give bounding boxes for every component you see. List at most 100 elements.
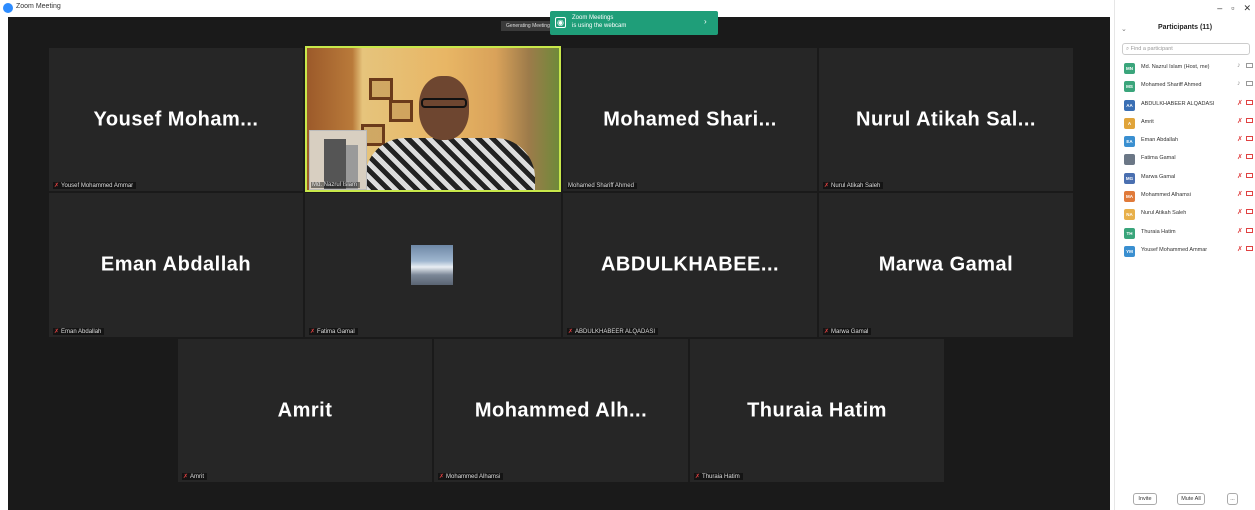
tile-display-name: Marwa Gamal bbox=[878, 253, 1014, 276]
avatar: YM bbox=[1124, 245, 1135, 257]
close-icon[interactable]: ✕ bbox=[1243, 3, 1251, 13]
camera-icon[interactable] bbox=[1246, 191, 1253, 197]
minimize-icon[interactable]: – bbox=[1217, 3, 1222, 13]
video-tile-marwa[interactable]: Marwa Gamal ✗ Marwa Gamal bbox=[819, 193, 1073, 337]
mute-all-button[interactable]: Mute All bbox=[1177, 493, 1205, 505]
avatar: MA bbox=[1124, 191, 1135, 203]
participant-name: Mohammed Alhamsi bbox=[1141, 192, 1191, 199]
webcam-video bbox=[307, 48, 559, 190]
tile-display-name: Mohamed Shari... bbox=[603, 108, 777, 130]
mic-icon[interactable]: ♪ bbox=[1237, 62, 1241, 69]
tile-name-label: ✗ ABDULKHABEER ALQADASI bbox=[567, 328, 659, 335]
participant-name: Mohamed Shariff Ahmed bbox=[1141, 82, 1202, 89]
mic-muted-icon[interactable]: ✗ bbox=[1237, 99, 1243, 107]
video-tile-yousef[interactable]: Yousef Moham... ✗ Yousef Mohammed Ammar bbox=[49, 48, 303, 191]
mic-muted-icon[interactable]: ✗ bbox=[1237, 190, 1243, 198]
zoom-logo-icon bbox=[3, 3, 13, 13]
camera-icon[interactable] bbox=[1246, 99, 1253, 105]
video-tile-fatima[interactable]: ✗ Fatima Gamal bbox=[305, 193, 561, 337]
participant-row[interactable]: MG Marwa Gamal ✗ bbox=[1122, 171, 1253, 189]
video-tile-mohammed-alhamsi[interactable]: Mohammed Alh... ✗ Mohammed Alhamsi bbox=[434, 339, 688, 482]
participant-list: MN Md. Nazrul Islam (Host, me) ♪ MS Mohamed … bbox=[1122, 61, 1253, 262]
participant-row[interactable]: Fatima Gamal ✗ bbox=[1122, 152, 1253, 170]
tile-name-label: Mohamed Shariff Ahmed bbox=[567, 183, 637, 189]
participants-panel: – ▫ ✕ ⌄ Participants (11) ⌕ Find a partici… bbox=[1114, 0, 1255, 510]
person-head bbox=[419, 76, 469, 140]
shelf-decor bbox=[389, 100, 413, 122]
participant-name: Eman Abdallah bbox=[1141, 137, 1178, 144]
participant-row[interactable]: MS Mohamed Shariff Ahmed ♪ bbox=[1122, 79, 1253, 97]
tile-name-label: ✗ Marwa Gamal bbox=[823, 328, 872, 335]
notification-title: Zoom Meetings bbox=[572, 15, 614, 21]
mic-muted-icon: ✗ bbox=[54, 329, 60, 335]
camera-icon[interactable] bbox=[1246, 117, 1253, 123]
tile-name-label: Md. Nazrul Islam bbox=[311, 182, 361, 188]
video-tile-amrit[interactable]: Amrit ✗ Amrit bbox=[178, 339, 432, 482]
participant-row[interactable]: AA ABDULKHABEER ALQADASI ✗ bbox=[1122, 98, 1253, 116]
maximize-icon[interactable]: ▫ bbox=[1231, 3, 1234, 13]
camera-icon[interactable] bbox=[1246, 136, 1253, 142]
window-controls: – ▫ ✕ bbox=[1208, 3, 1251, 14]
tile-name-label: ✗ Eman Abdallah bbox=[53, 328, 105, 335]
person-glasses bbox=[421, 98, 467, 108]
tile-name-label: ✗ Amrit bbox=[182, 473, 208, 480]
participant-row[interactable]: YM Yousef Mohammed Ammar ✗ bbox=[1122, 244, 1253, 262]
participant-row[interactable]: NA Nurul Atikah Saleh ✗ bbox=[1122, 207, 1253, 225]
camera-icon[interactable] bbox=[1246, 63, 1253, 68]
video-tile-thuraia[interactable]: Thuraia Hatim ✗ Thuraia Hatim bbox=[690, 339, 944, 482]
tile-name-label: ✗ Fatima Gamal bbox=[309, 328, 358, 335]
participant-search-input[interactable]: ⌕ Find a participant bbox=[1122, 43, 1250, 55]
mic-muted-icon[interactable]: ✗ bbox=[1237, 227, 1243, 235]
camera-icon[interactable] bbox=[1246, 227, 1253, 233]
mic-muted-icon[interactable]: ✗ bbox=[1237, 117, 1243, 125]
mic-muted-icon: ✗ bbox=[310, 329, 316, 335]
person-body bbox=[365, 138, 535, 190]
chevron-right-icon[interactable]: › bbox=[704, 17, 707, 26]
mic-muted-icon[interactable]: ✗ bbox=[1237, 153, 1243, 161]
video-tile-mohamed-shariff[interactable]: Mohamed Shari... Mohamed Shariff Ahmed bbox=[563, 48, 817, 191]
avatar: MG bbox=[1124, 172, 1135, 184]
participant-row[interactable]: MN Md. Nazrul Islam (Host, me) ♪ bbox=[1122, 61, 1253, 79]
participant-name: Thuraia Hatim bbox=[1141, 228, 1176, 235]
shelf-decor bbox=[369, 78, 393, 100]
avatar: NA bbox=[1124, 209, 1135, 221]
video-tile-nurul[interactable]: Nurul Atikah Sal... ✗ Nurul Atikah Saleh bbox=[819, 48, 1073, 191]
avatar: A bbox=[1124, 117, 1135, 129]
participant-row[interactable]: A Amrit ✗ bbox=[1122, 116, 1253, 134]
video-tile-abdulkhabeer[interactable]: ABDULKHABEE... ✗ ABDULKHABEER ALQADASI bbox=[563, 193, 817, 337]
mic-icon[interactable]: ♪ bbox=[1237, 80, 1241, 87]
participant-row[interactable]: TH Thuraia Hatim ✗ bbox=[1122, 226, 1253, 244]
participant-row[interactable]: EA Eman Abdallah ✗ bbox=[1122, 134, 1253, 152]
webcam-icon: ◉ bbox=[555, 17, 566, 28]
mic-muted-icon: ✗ bbox=[568, 329, 574, 335]
notification-message: is using the webcam bbox=[572, 23, 627, 29]
video-tile-eman[interactable]: Eman Abdallah ✗ Eman Abdallah bbox=[49, 193, 303, 337]
more-options-button[interactable]: ... bbox=[1227, 493, 1238, 505]
mic-muted-icon[interactable]: ✗ bbox=[1237, 245, 1243, 253]
avatar: EA bbox=[1124, 136, 1135, 148]
camera-icon[interactable] bbox=[1246, 209, 1253, 215]
participant-name: Md. Nazrul Islam (Host, me) bbox=[1141, 64, 1210, 70]
mic-muted-icon: ✗ bbox=[695, 474, 701, 480]
invite-button[interactable]: Invite bbox=[1133, 493, 1157, 505]
tile-name-label: ✗ Yousef Mohammed Ammar bbox=[53, 182, 137, 189]
zoom-window: Zoom Meeting Generating Meeting... ◉ Zoo… bbox=[0, 0, 1255, 510]
mic-muted-icon[interactable]: ✗ bbox=[1237, 135, 1243, 143]
avatar bbox=[1124, 154, 1135, 166]
participant-row[interactable]: MA Mohammed Alhamsi ✗ bbox=[1122, 189, 1253, 207]
meeting-gallery: Generating Meeting... ◉ Zoom Meetings is… bbox=[8, 11, 1110, 510]
tile-display-name: Thuraia Hatim bbox=[747, 399, 887, 421]
mic-muted-icon[interactable]: ✗ bbox=[1237, 172, 1243, 180]
camera-icon[interactable] bbox=[1246, 245, 1253, 251]
webcam-notification[interactable]: ◉ Zoom Meetings is using the webcam › bbox=[550, 11, 718, 35]
camera-icon[interactable] bbox=[1246, 154, 1253, 160]
mic-muted-icon[interactable]: ✗ bbox=[1237, 208, 1243, 216]
video-tile-nazrul[interactable]: Md. Nazrul Islam bbox=[305, 46, 561, 192]
camera-icon[interactable] bbox=[1246, 172, 1253, 178]
self-view-thumbnail[interactable] bbox=[309, 130, 367, 190]
tile-name-label: ✗ Thuraia Hatim bbox=[694, 473, 743, 480]
camera-icon[interactable] bbox=[1246, 81, 1253, 87]
participant-name: Amrit bbox=[1141, 118, 1154, 125]
tile-display-name: Yousef Moham... bbox=[93, 108, 259, 130]
tile-name-label: ✗ Nurul Atikah Saleh bbox=[823, 182, 884, 189]
